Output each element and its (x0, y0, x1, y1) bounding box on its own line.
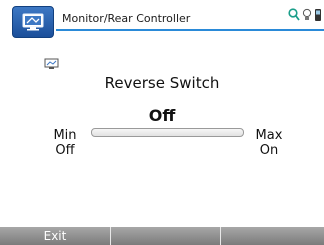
control-title: Reverse Switch (104, 74, 220, 92)
max-label-text: Max (255, 128, 283, 143)
max-value-text: On (259, 143, 279, 158)
title-bar: Monitor/Rear Controller (0, 0, 324, 38)
search-icon[interactable] (288, 7, 300, 26)
lightbulb-icon[interactable] (302, 7, 312, 26)
title-divider (56, 29, 324, 31)
softkey-bar: Exit (0, 227, 324, 245)
max-label: Max On (255, 128, 283, 158)
min-value-text: Off (55, 143, 75, 158)
control-value: Off (148, 106, 176, 125)
reverse-switch-slider[interactable] (91, 128, 244, 137)
min-label-text: Min (53, 128, 77, 143)
status-icons (288, 6, 322, 26)
softkey-2[interactable] (110, 227, 220, 245)
window-title: Monitor/Rear Controller (62, 12, 191, 25)
min-label: Min Off (50, 128, 80, 158)
phone-icon[interactable] (314, 7, 322, 26)
monitor-controller-icon[interactable] (12, 6, 54, 38)
exit-softkey[interactable]: Exit (0, 227, 110, 245)
monitor-small-icon (44, 55, 60, 69)
softkey-3[interactable] (220, 227, 324, 245)
